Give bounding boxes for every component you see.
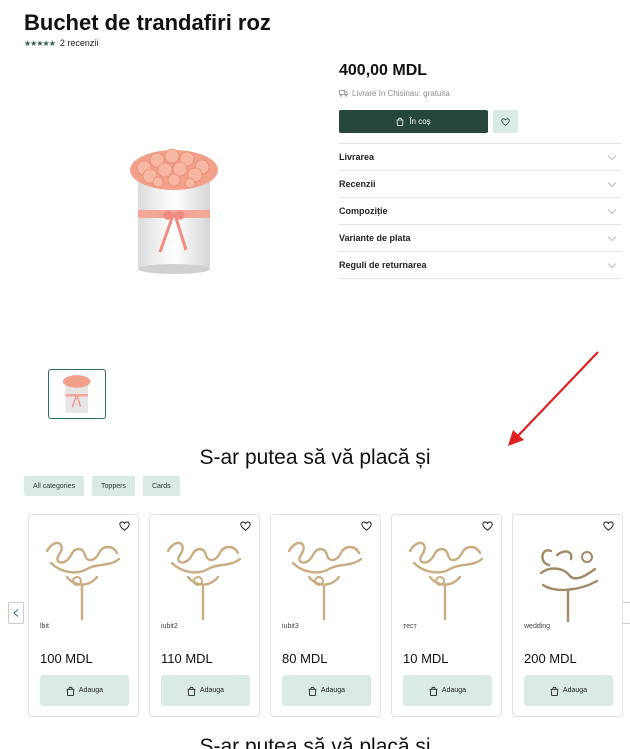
product-card-name: iubit3 xyxy=(282,623,299,630)
carousel-next-button[interactable] xyxy=(622,602,630,624)
accordion-label: Compoziție xyxy=(339,206,388,216)
product-card-price: 200 MDL xyxy=(524,651,577,666)
product-card[interactable]: тест 10 MDL Adauga xyxy=(391,514,502,717)
product-card-name: iubit2 xyxy=(161,623,178,630)
chevron-down-icon xyxy=(607,259,617,268)
product-card[interactable]: iubit3 80 MDL Adauga xyxy=(270,514,381,717)
add-to-cart-button[interactable]: Adauga xyxy=(403,675,492,706)
annotation-arrow-icon xyxy=(508,351,599,446)
delivery-note: Livrare în Chisinau: gratuita xyxy=(339,89,450,98)
reviews-count[interactable]: 2 recenzii xyxy=(60,38,99,48)
add-to-cart-button[interactable]: În coș xyxy=(339,110,488,133)
related-products-carousel: lbit 100 MDL Adauga iubit2 110 MDL Adaug… xyxy=(28,514,623,717)
accordion-variante-plata[interactable]: Variante de plata xyxy=(339,225,621,252)
add-label: Adauga xyxy=(320,687,346,694)
bag-icon xyxy=(396,117,404,126)
filter-cards[interactable]: Cards xyxy=(142,476,180,496)
product-card-price: 110 MDL xyxy=(161,651,213,666)
chevron-down-icon xyxy=(607,205,617,214)
category-filters: All categories Toppers Cards xyxy=(24,476,180,496)
rating-stars: ★★★★★ xyxy=(24,38,56,48)
delivery-text: Livrare în Chisinau: gratuita xyxy=(352,89,450,98)
heart-icon xyxy=(501,117,510,126)
add-label: Adauga xyxy=(78,687,104,694)
add-to-cart-button[interactable]: Adauga xyxy=(282,675,371,706)
product-thumbnail[interactable] xyxy=(48,369,106,419)
accordion-recenzii[interactable]: Recenzii xyxy=(339,171,621,198)
accordion-label: Variante de plata xyxy=(339,233,411,243)
chevron-down-icon xyxy=(607,178,617,187)
accordion-label: Livrarea xyxy=(339,152,375,162)
product-rating[interactable]: ★★★★★ 2 recenzii xyxy=(24,38,98,48)
accordion-label: Recenzii xyxy=(339,179,376,189)
thumbnail-image xyxy=(62,375,91,413)
chevron-left-icon xyxy=(13,609,19,617)
related-section-title: S-ar putea să vă placă și xyxy=(199,446,431,469)
filter-toppers[interactable]: Toppers xyxy=(92,476,135,496)
product-main-image[interactable] xyxy=(120,140,230,280)
bag-icon xyxy=(66,686,75,696)
accordion-compozitie[interactable]: Compoziție xyxy=(339,198,621,225)
product-card-name: lbit xyxy=(40,623,49,630)
cake-topper-wedding-icon xyxy=(539,549,599,623)
chevron-down-icon xyxy=(607,151,617,160)
cake-topper-lubimaya-icon xyxy=(287,541,363,621)
wishlist-button[interactable] xyxy=(493,110,518,133)
bag-icon xyxy=(550,686,559,696)
product-card[interactable]: lbit 100 MDL Adauga xyxy=(28,514,139,717)
carousel-prev-button[interactable] xyxy=(8,602,24,624)
add-label: Adauga xyxy=(562,687,588,694)
accordion-label: Reguli de returnarea xyxy=(339,260,427,270)
accordion-reguli-returnare[interactable]: Reguli de returnarea xyxy=(339,252,621,279)
cake-topper-lubimaya-icon xyxy=(408,541,484,621)
product-card-price: 10 MDL xyxy=(403,651,449,666)
product-card-name: тест xyxy=(403,623,417,630)
bag-icon xyxy=(429,686,438,696)
product-card-name: wedding xyxy=(524,623,551,630)
product-info-accordion: Livrarea Recenzii Compoziție Variante de… xyxy=(339,143,621,279)
product-title: Buchet de trandafiri roz xyxy=(24,10,271,35)
add-label: Adauga xyxy=(441,687,467,694)
second-section-title: S-ar putea să vă placă și xyxy=(199,735,431,749)
product-card-price: 100 MDL xyxy=(40,651,93,666)
add-label: Adauga xyxy=(199,687,225,694)
cake-topper-lubimaya-icon xyxy=(166,541,242,621)
product-card[interactable]: iubit2 110 MDL Adauga xyxy=(149,514,260,717)
bag-icon xyxy=(308,686,317,696)
product-card[interactable]: wedding 200 MDL Adauga xyxy=(512,514,623,717)
accordion-livrarea[interactable]: Livrarea xyxy=(339,144,621,171)
product-card-price: 80 MDL xyxy=(282,651,328,666)
product-price: 400,00 MDL xyxy=(339,62,428,79)
add-to-cart-label: În coș xyxy=(409,117,431,126)
add-to-cart-button[interactable]: Adauga xyxy=(524,675,613,706)
truck-icon xyxy=(339,90,348,97)
bag-icon xyxy=(187,686,196,696)
add-to-cart-button[interactable]: Adauga xyxy=(161,675,250,706)
cake-topper-lubimaya-icon xyxy=(45,541,121,621)
filter-all-categories[interactable]: All categories xyxy=(24,476,85,496)
chevron-down-icon xyxy=(607,232,617,241)
add-to-cart-button[interactable]: Adauga xyxy=(40,675,129,706)
